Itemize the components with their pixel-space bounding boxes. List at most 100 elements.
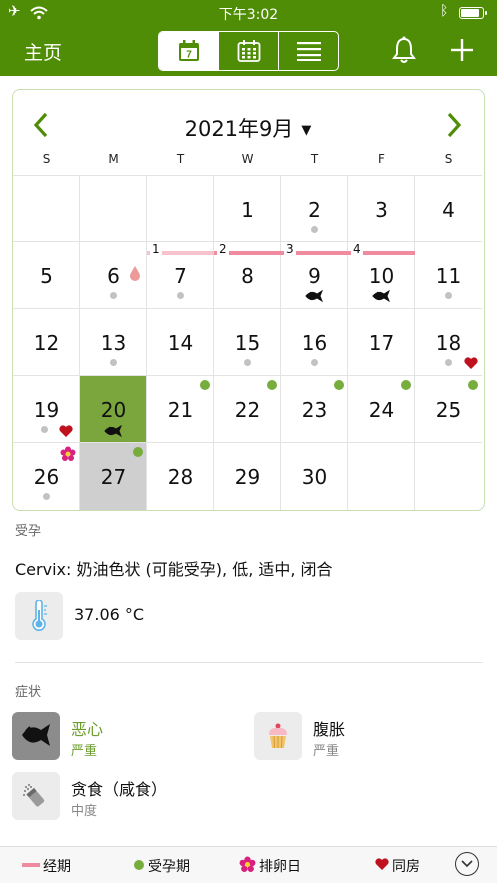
day-view-tab[interactable]: 7 xyxy=(159,32,219,70)
calendar-day-17[interactable]: 17 xyxy=(348,309,415,376)
calendar-day-12[interactable]: 12 xyxy=(13,309,80,376)
divider xyxy=(15,662,483,663)
calendar-cell-empty xyxy=(147,175,214,242)
day-number: 14 xyxy=(167,331,194,355)
day-number: 13 xyxy=(100,331,127,355)
note-dot xyxy=(311,359,318,366)
calendar-day-21[interactable]: 21 xyxy=(147,376,214,443)
fertile-dot xyxy=(401,380,411,390)
calendar-day-16[interactable]: 16 xyxy=(281,309,348,376)
fertile-dot xyxy=(200,380,210,390)
weekday-label: S xyxy=(42,152,51,166)
day-number: 11 xyxy=(435,264,462,288)
calendar-day-8[interactable]: 2 8 xyxy=(214,242,281,309)
calendar-day-14[interactable]: 14 xyxy=(147,309,214,376)
calendar-day-9[interactable]: 3 9 xyxy=(281,242,348,309)
day-number: 27 xyxy=(100,465,127,489)
calendar-day-15[interactable]: 15 xyxy=(214,309,281,376)
nausea-fish-icon xyxy=(305,290,323,303)
calendar-day-27[interactable]: 27 xyxy=(80,443,147,510)
note-dot xyxy=(41,426,48,433)
calendar-day-2[interactable]: 2 xyxy=(281,175,348,242)
heart-icon xyxy=(59,425,73,437)
symptom-name: 恶心 xyxy=(71,720,104,739)
day-number: 2 xyxy=(308,198,321,222)
calendar-day-11[interactable]: 11 xyxy=(415,242,482,309)
note-dot xyxy=(43,493,50,500)
calendar-day-5[interactable]: 5 xyxy=(13,242,80,309)
calendar-day-13[interactable]: 13 xyxy=(80,309,147,376)
salt-shaker-icon xyxy=(23,784,45,807)
cervix-text[interactable]: Cervix: 奶油色状 (可能受孕), 低, 适中, 闭合 xyxy=(15,556,333,580)
day-number: 25 xyxy=(435,398,462,422)
fertile-dot xyxy=(334,380,344,390)
calendar-day-6[interactable]: 6 xyxy=(80,242,147,309)
symptom-nausea-icon-box[interactable] xyxy=(12,712,60,760)
fertile-dot xyxy=(133,447,143,457)
calendar-day-20[interactable]: 20 xyxy=(80,376,147,443)
svg-text:7: 7 xyxy=(186,50,192,61)
day-number: 21 xyxy=(167,398,194,422)
calendar-grid: 1 2 3 4 5 6 1 7 2 8 3 9 4 10 11 12 13 14… xyxy=(13,175,483,510)
heart-icon xyxy=(375,858,389,870)
period-day-label: 2 xyxy=(217,242,229,256)
day-number: 12 xyxy=(33,331,60,355)
weekday-label: M xyxy=(108,152,119,166)
symptom-name: 贪食（咸食） xyxy=(71,780,168,799)
chevron-down-icon xyxy=(461,860,473,868)
day-number: 5 xyxy=(40,264,53,288)
calendar-day-19[interactable]: 19 xyxy=(13,376,80,443)
fertile-legend-swatch xyxy=(134,860,144,870)
bell-icon[interactable] xyxy=(391,36,417,64)
day-number: 24 xyxy=(368,398,395,422)
day-number: 1 xyxy=(241,198,254,222)
list-view-tab[interactable] xyxy=(279,32,338,70)
note-dot xyxy=(177,292,184,299)
calendar-day-4[interactable]: 4 xyxy=(415,175,482,242)
symptom-severity: 严重 xyxy=(313,744,340,759)
battery-icon xyxy=(459,7,487,19)
calendar-day-1[interactable]: 1 xyxy=(214,175,281,242)
symptom-salty-craving-icon-box[interactable] xyxy=(12,772,60,820)
period-day-label: 4 xyxy=(351,242,363,256)
calendar-day-23[interactable]: 23 xyxy=(281,376,348,443)
fertile-dot xyxy=(267,380,277,390)
home-button[interactable]: 主页 xyxy=(24,38,62,65)
next-month-icon[interactable] xyxy=(445,112,463,138)
thermometer-icon xyxy=(32,600,47,631)
calendar-day-10[interactable]: 4 10 xyxy=(348,242,415,309)
weekday-label: T xyxy=(176,152,185,166)
status-time: 下午3:02 xyxy=(218,7,279,23)
calendar-day-25[interactable]: 25 xyxy=(415,376,482,443)
calendar-day-28[interactable]: 28 xyxy=(147,443,214,510)
caret-down-icon: ▼ xyxy=(301,123,312,138)
calendar-day-7[interactable]: 1 7 xyxy=(147,242,214,309)
add-icon[interactable] xyxy=(448,36,476,64)
ovulation-flower-icon xyxy=(60,446,76,461)
weekday-label: F xyxy=(378,152,385,166)
day-number: 15 xyxy=(234,331,261,355)
calendar-day-29[interactable]: 29 xyxy=(214,443,281,510)
weekday-label: T xyxy=(310,152,319,166)
note-dot xyxy=(445,359,452,366)
day-number: 8 xyxy=(241,264,254,288)
legend-bar: 经期 受孕期 排卵日 同房 xyxy=(0,846,497,883)
thermometer-icon-box[interactable] xyxy=(15,592,63,640)
calendar-day-18[interactable]: 18 xyxy=(415,309,482,376)
calendar-cell-empty xyxy=(80,175,147,242)
legend-fertile-label: 受孕期 xyxy=(148,859,190,875)
calendar-day-30[interactable]: 30 xyxy=(281,443,348,510)
calendar-day-22[interactable]: 22 xyxy=(214,376,281,443)
symptom-bloating-icon-box[interactable] xyxy=(254,712,302,760)
calendar-day-3[interactable]: 3 xyxy=(348,175,415,242)
bluetooth-icon: ᛒ xyxy=(440,3,449,19)
month-title[interactable]: 2021年9月 ▼ xyxy=(13,113,483,143)
expand-legend-button[interactable] xyxy=(455,852,479,876)
month-header: 2021年9月 ▼ xyxy=(13,90,483,152)
day-number: 28 xyxy=(167,465,194,489)
fertile-dot xyxy=(468,380,478,390)
month-view-tab[interactable] xyxy=(219,32,279,70)
day-number: 30 xyxy=(301,465,328,489)
calendar-day-24[interactable]: 24 xyxy=(348,376,415,443)
calendar-day-26[interactable]: 26 xyxy=(13,443,80,510)
